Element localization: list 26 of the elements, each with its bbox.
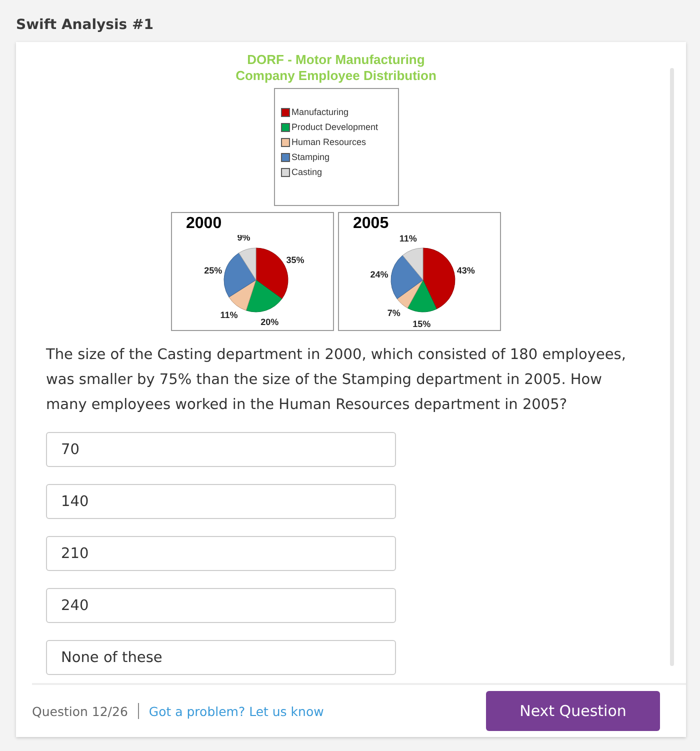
legend-label: Human Resources	[292, 137, 366, 147]
data-label: 15%	[412, 319, 431, 329]
question-counter: Question 12/26	[32, 704, 128, 718]
data-label: 11%	[399, 235, 417, 244]
data-label: 25%	[204, 265, 222, 276]
data-label: 11%	[220, 310, 238, 320]
legend-label: Casting	[292, 167, 322, 177]
data-label: 7%	[387, 308, 400, 318]
data-label: 35%	[286, 255, 304, 265]
answer-option[interactable]: 140	[46, 484, 396, 519]
answer-option[interactable]: None of these	[46, 640, 396, 675]
chart-year: 2005	[353, 215, 389, 233]
legend-label: Product Development	[292, 122, 378, 132]
question-text: The size of the Casting department in 2000, which consisted of 180 employees, was smaller by 75% than the size of the Stamping department in 2005. How many employees worked in the Human Resources department in 2005?	[46, 346, 627, 415]
chart-title: DORF - Motor Manufacturing Company Employee Distribution	[236, 52, 436, 84]
chart-year: 2000	[186, 215, 222, 233]
data-label: 20%	[260, 316, 279, 327]
data-label: 43%	[456, 265, 475, 276]
answer-option[interactable]: 240	[46, 588, 396, 623]
legend-label: Manufacturing	[292, 107, 349, 117]
answer-option[interactable]: 70	[46, 432, 396, 467]
page-title: Swift Analysis #1	[16, 17, 154, 33]
answer-option[interactable]: 210	[46, 536, 396, 571]
legend-label: Stamping	[292, 152, 330, 162]
next-question-button[interactable]: Next Question	[486, 691, 660, 731]
data-label: 24%	[370, 270, 388, 280]
